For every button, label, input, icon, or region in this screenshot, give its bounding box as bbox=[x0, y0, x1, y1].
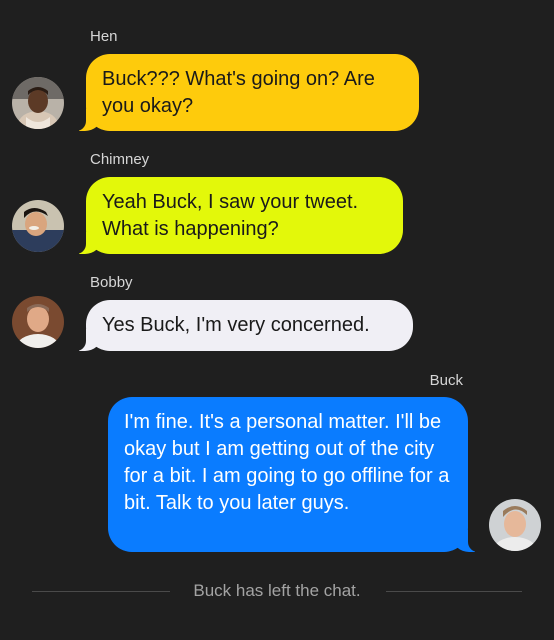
person-avatar-icon bbox=[12, 77, 64, 129]
person-avatar-icon bbox=[489, 499, 541, 551]
left-chat-notice: Buck has left the chat. bbox=[193, 581, 361, 600]
person-avatar-icon bbox=[12, 200, 64, 252]
message-bubble-buck[interactable]: I'm fine. It's a personal matter. I'll b… bbox=[108, 397, 478, 552]
sender-name-buck: Buck bbox=[429, 372, 463, 389]
message-bubble-bobby[interactable]: Yes Buck, I'm very concerned. bbox=[76, 300, 413, 351]
avatar-buck[interactable] bbox=[489, 499, 541, 551]
avatar-chimney[interactable] bbox=[12, 200, 64, 252]
message-text-chimney: Yeah Buck, I saw your tweet. What is hap… bbox=[102, 191, 359, 240]
message-text-hen: Buck??? What's going on? Are you okay? bbox=[102, 68, 375, 117]
message-bubble-chimney[interactable]: Yeah Buck, I saw your tweet. What is hap… bbox=[76, 177, 403, 254]
sender-name-bobby: Bobby bbox=[90, 274, 133, 291]
avatar-bobby[interactable] bbox=[12, 296, 64, 348]
avatar-hen[interactable] bbox=[12, 77, 64, 129]
message-text-buck: I'm fine. It's a personal matter. I'll b… bbox=[124, 411, 450, 514]
message-bubble-hen[interactable]: Buck??? What's going on? Are you okay? bbox=[76, 54, 419, 131]
sender-name-chimney: Chimney bbox=[90, 151, 150, 168]
message-text-bobby: Yes Buck, I'm very concerned. bbox=[102, 314, 370, 336]
person-avatar-icon bbox=[12, 296, 64, 348]
sender-name-hen: Hen bbox=[90, 28, 118, 45]
